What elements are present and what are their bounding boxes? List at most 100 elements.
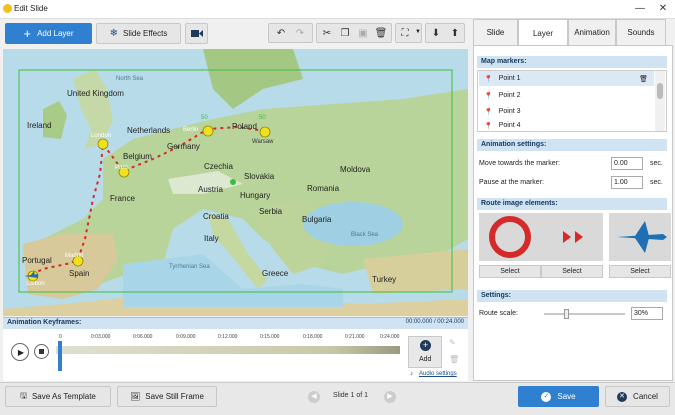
music-note-icon: ♪ bbox=[410, 371, 413, 377]
slider-thumb[interactable] bbox=[564, 309, 569, 319]
edit-keyframe-icon[interactable]: ✎ bbox=[449, 338, 456, 347]
marker-london[interactable] bbox=[97, 138, 109, 150]
point-label: Point 2 bbox=[498, 92, 521, 99]
save-button[interactable]: ✓ Save bbox=[518, 386, 599, 407]
tab-slide[interactable]: Slide bbox=[473, 19, 518, 45]
prev-slide-button[interactable]: ◀ bbox=[308, 391, 320, 403]
slide-effects-label: Slide Effects bbox=[123, 29, 168, 38]
marker-list-item[interactable]: 📍 Point 2 bbox=[479, 88, 654, 103]
label-poland: Poland bbox=[232, 122, 257, 131]
tab-sounds[interactable]: Sounds bbox=[616, 19, 666, 45]
berlin-marker-number: 50 bbox=[201, 115, 208, 121]
route-vehicle-image[interactable] bbox=[609, 213, 671, 261]
tick-2: 0:06.000 bbox=[133, 334, 153, 340]
label-slovakia: Slovakia bbox=[244, 172, 275, 181]
undo-icon[interactable]: ↶ bbox=[272, 24, 290, 42]
label-germany: Germany bbox=[167, 142, 200, 151]
move-towards-label: Move towards the marker: bbox=[479, 160, 560, 167]
tab-animation[interactable]: Animation bbox=[568, 19, 616, 45]
label-paris: Paris bbox=[115, 165, 129, 171]
select-line-button[interactable]: Select bbox=[541, 265, 603, 278]
stop-button[interactable] bbox=[34, 344, 49, 359]
trash-icon[interactable]: 🗑 bbox=[639, 75, 648, 83]
label-tyrrhenian-sea: Tyrrhenian Sea bbox=[169, 264, 210, 270]
title-bar: Edit Slide — ✕ bbox=[0, 0, 675, 19]
route-start-image[interactable] bbox=[479, 213, 541, 261]
ring-icon bbox=[489, 216, 531, 258]
fit-screen-icon: ⛶ bbox=[401, 27, 409, 39]
tick-5: 0:15.000 bbox=[260, 334, 280, 340]
anchor-dot[interactable] bbox=[230, 179, 236, 185]
time-display: 00:00.000 / 00:24.000 bbox=[405, 319, 464, 325]
timeline-track bbox=[56, 346, 400, 354]
route-line-image[interactable] bbox=[541, 213, 603, 261]
copy-icon[interactable]: ❐ bbox=[336, 24, 354, 42]
redo-icon[interactable]: ↷ bbox=[291, 24, 309, 42]
select-vehicle-button[interactable]: Select bbox=[609, 265, 671, 278]
fit-dropdown[interactable]: ⛶ ▼ bbox=[395, 23, 422, 43]
paste-icon[interactable]: ▣ bbox=[354, 24, 372, 42]
route-scale-input[interactable]: 30% bbox=[631, 307, 663, 320]
tick-4: 0:12.000 bbox=[218, 334, 238, 340]
move-towards-input[interactable]: 0.00 bbox=[611, 157, 643, 170]
arrow-up-icon[interactable]: ⬆ bbox=[446, 24, 464, 42]
marker-berlin[interactable] bbox=[202, 125, 214, 137]
pause-input[interactable]: 1.00 bbox=[611, 176, 643, 189]
marker-list-scrollbar[interactable] bbox=[655, 71, 665, 131]
save-still-frame-button[interactable]: 🖼 Save Still Frame bbox=[117, 386, 217, 407]
route-scale-label: Route scale: bbox=[479, 310, 518, 317]
map-markers-header: Map markers: bbox=[477, 56, 667, 68]
label-warsaw: Warsaw bbox=[252, 139, 274, 145]
play-button[interactable]: ▶ bbox=[11, 343, 29, 361]
marker-warsaw[interactable] bbox=[259, 126, 271, 138]
cancel-button[interactable]: ✕ Cancel bbox=[605, 386, 670, 407]
label-madrid: Madrid bbox=[65, 253, 84, 259]
marker-list-item[interactable]: 📍 Point 1 🗑 bbox=[479, 71, 654, 86]
order-group: ⬇ ⬆ bbox=[425, 23, 465, 43]
delete-keyframe-icon[interactable]: 🗑 bbox=[449, 355, 459, 364]
arrow-down-icon[interactable]: ⬇ bbox=[427, 24, 445, 42]
label-turkey: Turkey bbox=[372, 275, 397, 284]
next-slide-button[interactable]: ▶ bbox=[384, 391, 396, 403]
label-berlin: Berlin bbox=[183, 127, 199, 133]
minimize-button[interactable]: — bbox=[634, 3, 646, 14]
point-label: Point 1 bbox=[498, 75, 521, 82]
scrollbar-thumb[interactable] bbox=[657, 83, 663, 99]
airplane-icon bbox=[617, 221, 667, 253]
plus-circle-icon: + bbox=[420, 340, 431, 351]
airplane-icon bbox=[24, 271, 38, 278]
slide-effects-button[interactable]: ❄ Slide Effects bbox=[96, 23, 181, 44]
frame-icon: 🖼 bbox=[130, 392, 141, 401]
add-keyframe-button[interactable]: + Add bbox=[408, 336, 442, 368]
save-still-frame-label: Save Still Frame bbox=[145, 392, 204, 401]
tab-layer[interactable]: Layer bbox=[518, 19, 568, 46]
playhead[interactable] bbox=[58, 341, 62, 371]
label-moldova: Moldova bbox=[340, 165, 371, 174]
move-unit: sec. bbox=[650, 160, 663, 167]
clipboard-group: ✂ ❐ ▣ 🗑 bbox=[316, 23, 392, 43]
marker-list-item[interactable]: 📍 Point 4 bbox=[479, 120, 654, 131]
chevron-down-icon: ▼ bbox=[415, 29, 421, 35]
cut-icon[interactable]: ✂ bbox=[318, 24, 336, 42]
label-north-sea: North Sea bbox=[116, 76, 144, 82]
video-camera-icon bbox=[190, 30, 203, 37]
map-canvas[interactable]: North Sea United Kingdom Ireland London … bbox=[3, 49, 468, 316]
app-icon bbox=[3, 4, 12, 13]
audio-settings-link[interactable]: Audio settings bbox=[419, 371, 457, 377]
play-icon: ▶ bbox=[17, 347, 25, 357]
window-title: Edit Slide bbox=[14, 4, 48, 13]
select-start-button[interactable]: Select bbox=[479, 265, 541, 278]
route-scale-slider[interactable] bbox=[544, 309, 625, 319]
label-serbia: Serbia bbox=[259, 207, 283, 216]
marker-list-item[interactable]: 📍 Point 3 bbox=[479, 104, 654, 119]
label-romania: Romania bbox=[307, 184, 340, 193]
undo-redo-group: ↶ ↷ bbox=[268, 23, 313, 43]
delete-icon[interactable]: 🗑 bbox=[372, 24, 390, 42]
close-window-button[interactable]: ✕ bbox=[657, 3, 669, 14]
save-as-template-button[interactable]: 🖫 Save As Template bbox=[5, 386, 111, 407]
add-layer-button[interactable]: + Add Layer bbox=[5, 23, 92, 44]
plus-icon: + bbox=[23, 26, 32, 41]
animation-settings-header: Animation settings: bbox=[477, 139, 667, 151]
label-london: London bbox=[91, 133, 112, 139]
video-camera-button[interactable] bbox=[185, 23, 208, 44]
